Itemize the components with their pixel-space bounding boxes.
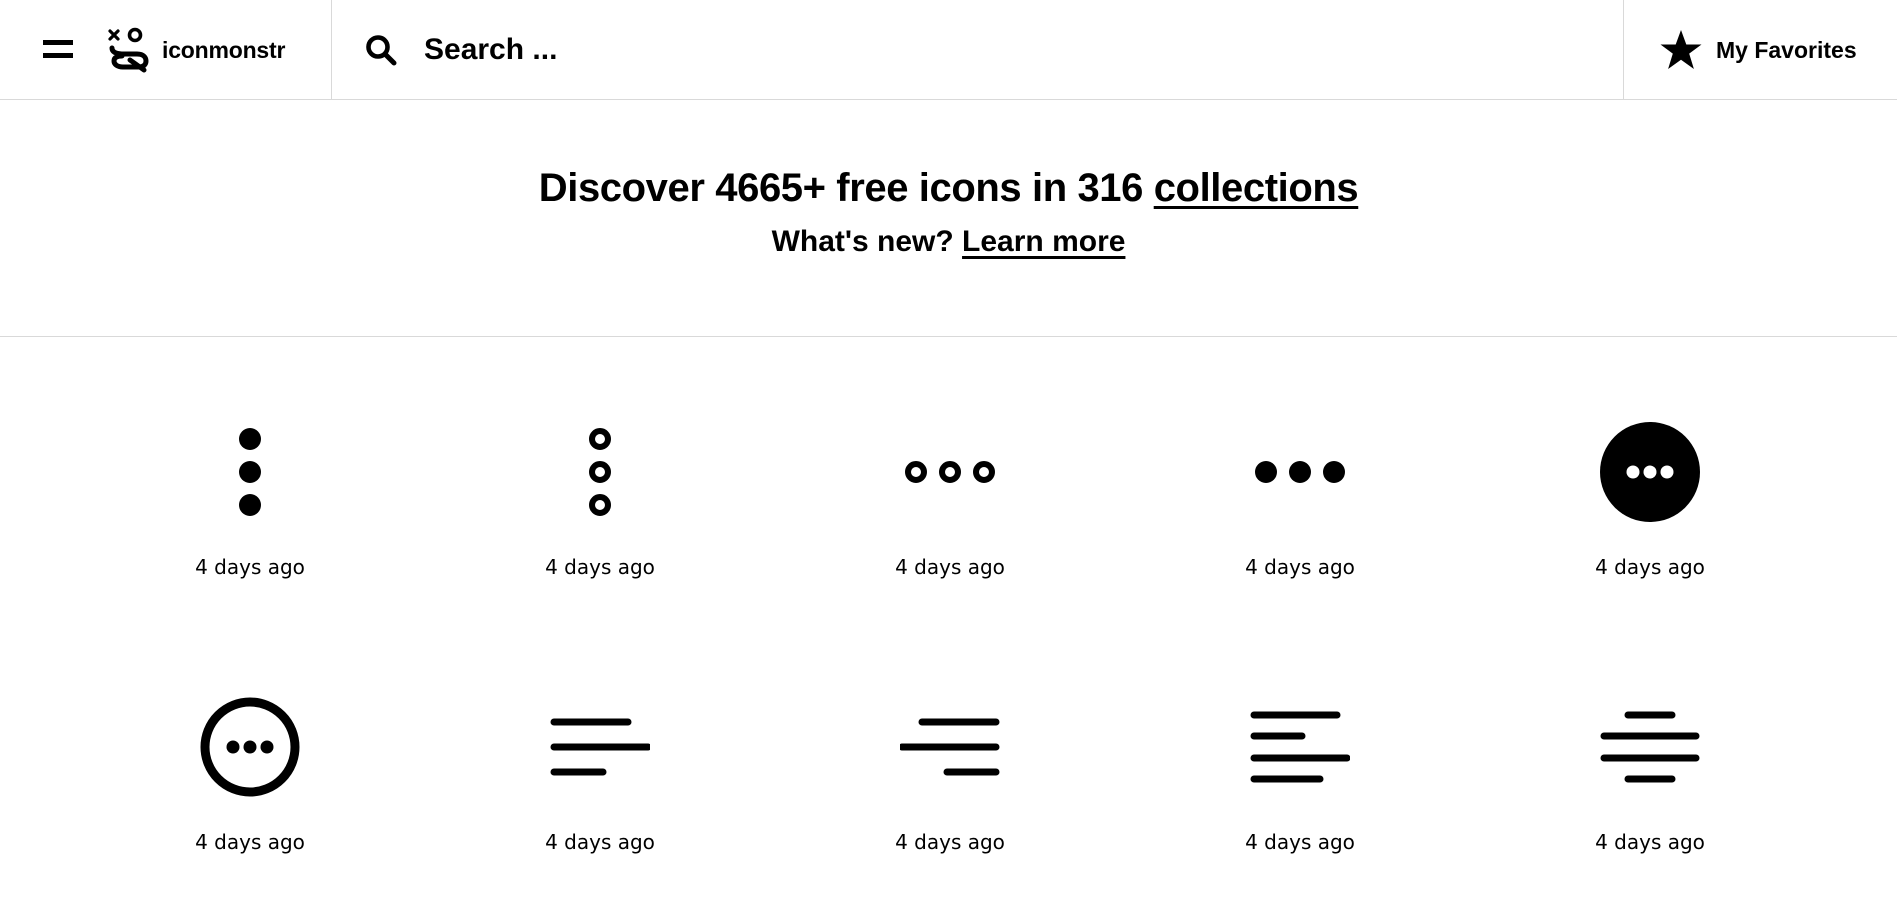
icon-tile[interactable]: 4 days ago: [150, 697, 350, 917]
divider: [331, 0, 332, 99]
icon-date: 4 days ago: [1245, 830, 1355, 854]
top-navigation-bar: iconmonstr My Favorites: [0, 0, 1897, 100]
text-align-right-icon: [900, 718, 1000, 776]
site-logo-link[interactable]: iconmonstr: [106, 22, 285, 78]
icon-tile[interactable]: 4 days ago: [850, 697, 1050, 917]
icon-date: 4 days ago: [895, 830, 1005, 854]
icon-date: 4 days ago: [195, 830, 305, 854]
icon-date: 4 days ago: [1245, 555, 1355, 579]
search-bar: [364, 22, 1564, 78]
icon-date: 4 days ago: [195, 555, 305, 579]
hero-subtitle-text: What's new?: [771, 225, 963, 258]
menu-dots-vertical-outline-icon: [589, 428, 611, 516]
menu-dots-horizontal-outline-icon: [905, 461, 995, 483]
menu-line: [43, 40, 73, 45]
collections-link[interactable]: collections: [1154, 166, 1359, 210]
my-favorites-button[interactable]: My Favorites: [1660, 22, 1857, 78]
icon-tile[interactable]: 4 days ago: [1200, 422, 1400, 642]
icon-date: 4 days ago: [545, 555, 655, 579]
icon-tile[interactable]: 4 days ago: [500, 697, 700, 917]
favorites-label: My Favorites: [1716, 36, 1857, 63]
icon-tile[interactable]: 4 days ago: [150, 422, 350, 642]
icon-tile[interactable]: 4 days ago: [500, 422, 700, 642]
divider: [1623, 0, 1624, 99]
text-align-left-four-lines-icon: [1250, 711, 1350, 783]
hero-title-text: Discover 4665+ free icons in 316: [538, 166, 1154, 210]
icon-tile[interactable]: 4 days ago: [1550, 697, 1750, 917]
hero-title: Discover 4665+ free icons in 316 collect…: [0, 162, 1897, 214]
icon-date: 4 days ago: [545, 830, 655, 854]
hero-subtitle: What's new? Learn more: [0, 222, 1897, 262]
iconmonstr-logo-icon: [108, 27, 149, 73]
search-input[interactable]: [424, 33, 1324, 67]
menu-dots-horizontal-filled-icon: [1255, 461, 1345, 483]
icon-date: 4 days ago: [895, 555, 1005, 579]
star-icon: [1660, 30, 1702, 69]
text-align-center-icon: [1600, 711, 1700, 783]
menu-dots-circle-filled-icon: [1600, 422, 1700, 522]
text-align-left-icon: [550, 718, 650, 776]
hero-banner: Discover 4665+ free icons in 316 collect…: [0, 100, 1897, 337]
icon-date: 4 days ago: [1595, 555, 1705, 579]
icon-tile[interactable]: 4 days ago: [1200, 697, 1400, 917]
learn-more-link[interactable]: Learn more: [962, 225, 1125, 258]
hamburger-menu-icon[interactable]: [40, 36, 76, 64]
menu-dots-vertical-filled-icon: [239, 428, 261, 516]
search-icon[interactable]: [364, 33, 398, 67]
menu-line: [43, 53, 73, 58]
icon-tile[interactable]: 4 days ago: [1550, 422, 1750, 642]
icon-date: 4 days ago: [1595, 830, 1705, 854]
icon-tile[interactable]: 4 days ago: [850, 422, 1050, 642]
logo-text: iconmonstr: [162, 36, 286, 63]
icon-grid: 4 days ago 4 days ago 4 days ago 4 days …: [0, 337, 1897, 886]
menu-dots-circle-outline-icon: [200, 697, 300, 797]
